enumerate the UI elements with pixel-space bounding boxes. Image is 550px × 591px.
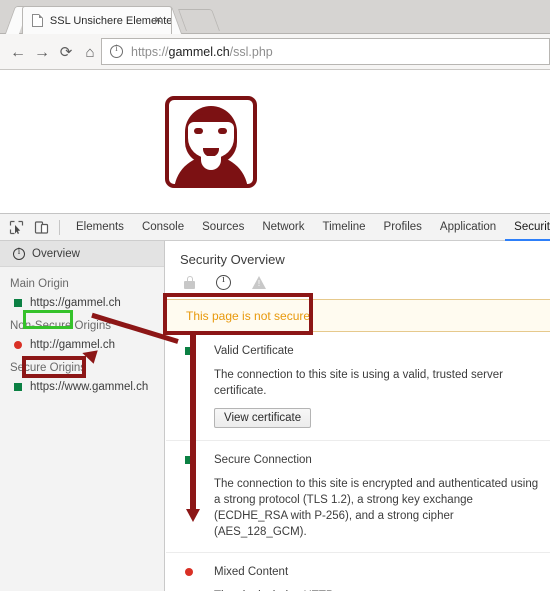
browser-tab[interactable]: SSL Unsichere Elemente × [22, 6, 172, 34]
section-header: Mixed Content [180, 566, 550, 578]
masked-hacker-icon [165, 96, 257, 188]
secure-square-icon [14, 383, 22, 391]
origin-label: https://www.gammel.ch [30, 381, 149, 393]
security-banner: This page is not secure. [166, 299, 550, 332]
address-bar-url: https://gammel.ch/ssl.php [131, 45, 273, 59]
screenshot-root: SSL Unsichere Elemente × ← → ⟳ ⌂ https:/… [0, 0, 550, 591]
device-toolbar-icon[interactable] [33, 219, 50, 236]
info-circle-icon[interactable] [110, 43, 123, 58]
devtools-panel: Elements Console Sources Network Timelin… [0, 213, 550, 591]
insecure-circle-icon [185, 568, 193, 576]
hacker-eye-left [194, 128, 203, 134]
secure-square-icon [14, 299, 22, 307]
sidebar-group-main-origin: Main Origin https://gammel.ch [0, 278, 164, 309]
section-header: Secure Connection [180, 454, 550, 466]
tab-profiles[interactable]: Profiles [375, 214, 431, 241]
tab-timeline[interactable]: Timeline [314, 214, 375, 241]
url-scheme: https:// [131, 44, 169, 59]
section-body: The connection to this site is using a v… [214, 369, 503, 397]
security-state-icons [166, 267, 550, 290]
hacker-eye-right [218, 128, 227, 134]
browser-tab-strip: SSL Unsichere Elemente × [0, 0, 550, 34]
sidebar-item-overview[interactable]: Overview [0, 241, 164, 267]
secure-square-icon [185, 347, 193, 355]
back-icon[interactable]: ← [8, 43, 28, 63]
security-main-panel: Security Overview This page is not secur… [166, 241, 550, 591]
address-bar[interactable]: https://gammel.ch/ssl.php [101, 38, 550, 65]
new-tab-button[interactable] [177, 9, 221, 31]
origin-row-main[interactable]: https://gammel.ch [0, 297, 164, 309]
tab-elements[interactable]: Elements [67, 214, 133, 241]
section-mixed-content: Mixed Content The site includes HTTP res… [166, 553, 550, 591]
sidebar-item-label: Overview [32, 247, 80, 260]
section-secure-connection: Secure Connection The connection to this… [166, 441, 550, 553]
tab-network[interactable]: Network [253, 214, 313, 241]
security-sidebar: Overview Main Origin https://gammel.ch N… [0, 241, 165, 591]
url-domain: gammel.ch [168, 44, 230, 59]
home-icon[interactable]: ⌂ [80, 43, 100, 63]
forward-icon[interactable]: → [32, 43, 52, 63]
lock-icon [184, 276, 195, 289]
sidebar-group-secure-origins: Secure Origins https://www.gammel.ch [0, 362, 164, 393]
section-body: The connection to this site is encrypted… [214, 478, 539, 538]
secure-square-icon [185, 456, 193, 464]
toolbar-divider [59, 219, 60, 235]
reload-icon[interactable]: ⟳ [56, 43, 76, 63]
devtools-tab-list: Elements Console Sources Network Timelin… [67, 214, 550, 241]
origin-label: https://gammel.ch [30, 297, 121, 309]
status-badge: This page is not secure. [186, 308, 314, 323]
devtools-toolbar: Elements Console Sources Network Timelin… [0, 214, 550, 241]
tab-console[interactable]: Console [133, 214, 193, 241]
origin-row-secure[interactable]: https://www.gammel.ch [0, 381, 164, 393]
insecure-circle-icon [14, 341, 22, 349]
group-title: Non-Secure Origins [10, 320, 111, 332]
group-title: Main Origin [10, 278, 69, 290]
page-icon [32, 14, 43, 27]
close-icon[interactable]: × [154, 13, 162, 26]
origin-label: http://gammel.ch [30, 339, 116, 351]
page-title: Security Overview [180, 252, 285, 267]
view-certificate-button[interactable]: View certificate [214, 408, 312, 428]
sidebar-group-non-secure-origins: Non-Secure Origins http://gammel.ch [0, 320, 164, 351]
inspect-element-icon[interactable] [8, 219, 25, 236]
tab-security[interactable]: Security [505, 214, 550, 241]
info-circle-icon [216, 273, 231, 290]
page-viewport [0, 70, 550, 213]
group-title: Secure Origins [10, 362, 87, 374]
section-header: Valid Certificate [180, 345, 550, 357]
info-circle-icon [13, 246, 25, 260]
url-path: /ssl.php [229, 44, 273, 59]
tab-title: SSL Unsichere Elemente [49, 14, 171, 27]
section-title: Secure Connection [214, 454, 312, 466]
tab-sources[interactable]: Sources [193, 214, 253, 241]
tab-application[interactable]: Application [431, 214, 505, 241]
origin-row-insecure[interactable]: http://gammel.ch [0, 339, 164, 351]
section-valid-certificate: Valid Certificate The connection to this… [166, 332, 550, 441]
warning-triangle-icon [252, 276, 266, 289]
section-title: Valid Certificate [214, 345, 294, 357]
section-title: Mixed Content [214, 566, 289, 578]
